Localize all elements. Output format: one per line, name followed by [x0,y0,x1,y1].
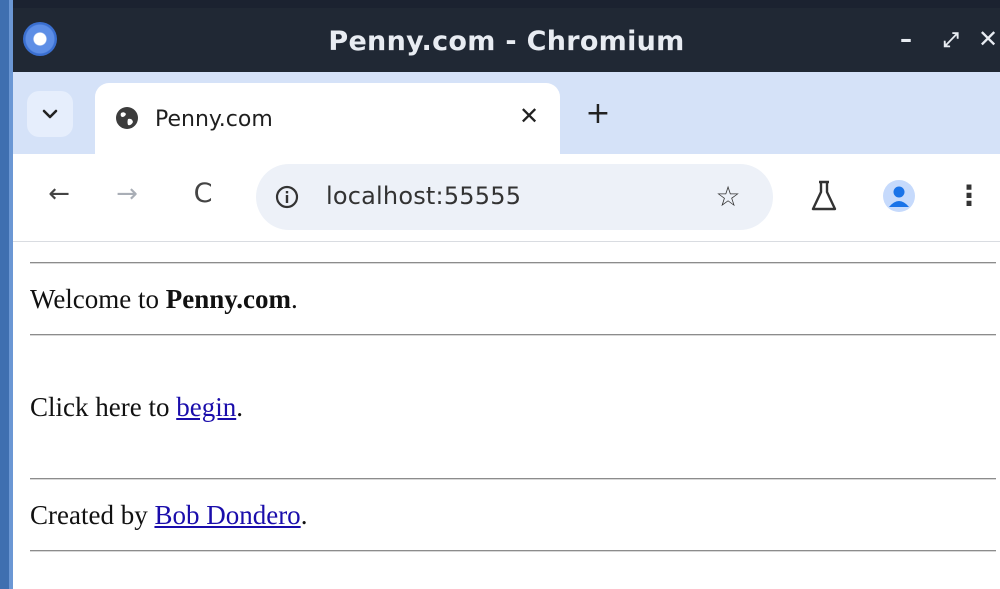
reload-button[interactable]: C [185,176,221,212]
welcome-prefix: Welcome to [30,284,166,314]
welcome-text: Welcome to Penny.com. [30,284,298,315]
chevron-down-icon [42,109,58,119]
browser-toolbar: ← → C localhost:55555 ☆ ⋮ [13,154,1000,242]
credits-text: Created by Bob Dondero. [30,500,307,531]
horizontal-rule [30,262,996,264]
globe-icon [116,107,138,129]
tab-title: Penny.com [155,107,273,132]
begin-link[interactable]: begin [176,392,236,422]
tab-penny[interactable]: Penny.com ✕ [95,83,560,154]
horizontal-rule [30,550,996,552]
tab-search-button[interactable] [27,91,73,137]
profile-avatar[interactable] [883,180,915,212]
titlebar: Penny.com - Chromium – ⤢ ✕ [13,8,1000,72]
horizontal-rule [30,334,996,336]
browser-window: Penny.com - Chromium – ⤢ ✕ Penny.com ✕ +… [13,0,1000,589]
begin-text: Click here to begin. [30,392,243,423]
tab-strip: Penny.com ✕ + [13,72,1000,154]
bookmark-star-icon[interactable]: ☆ [710,179,746,215]
info-icon[interactable] [273,183,301,211]
person-icon [889,186,909,207]
credits-suffix: . [300,500,308,530]
welcome-suffix: . [291,284,298,314]
close-tab-button[interactable]: ✕ [514,101,544,131]
new-tab-button[interactable]: + [581,98,615,132]
horizontal-rule [30,478,996,480]
begin-suffix: . [236,392,243,422]
brand-name: Penny.com [165,284,292,314]
close-window-button[interactable]: ✕ [973,22,1000,56]
url-text[interactable]: localhost:55555 [326,182,521,210]
back-button[interactable]: ← [41,176,77,212]
window-title: Penny.com - Chromium [328,26,685,57]
labs-flask-icon[interactable] [809,179,839,213]
maximize-button[interactable]: ⤢ [936,22,966,56]
credits-prefix: Created by [30,500,155,530]
forward-button[interactable]: → [109,176,145,212]
titlebar-edge [13,0,1000,8]
author-link[interactable]: Bob Dondero [154,500,300,530]
page-content: Welcome to Penny.com. Click here to begi… [13,242,1000,589]
address-bar[interactable]: localhost:55555 ☆ [256,164,773,230]
begin-prefix: Click here to [30,392,177,422]
menu-icon[interactable]: ⋮ [955,176,983,216]
minimize-button[interactable]: – [891,22,921,56]
